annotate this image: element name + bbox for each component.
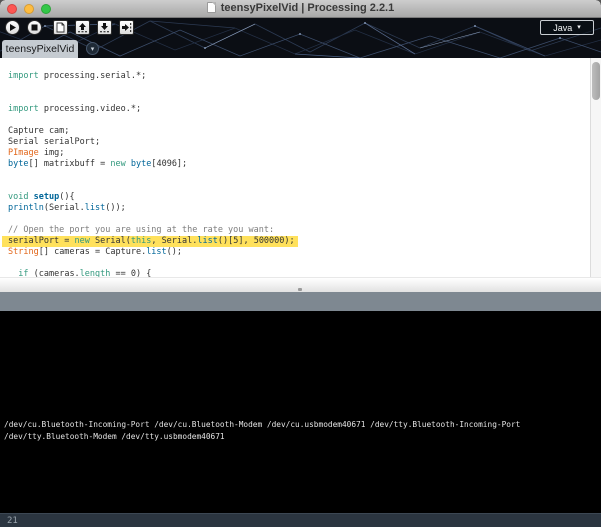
code-line: void setup(){ (8, 192, 590, 203)
current-line-number: 21 (7, 516, 18, 526)
code-line (8, 258, 590, 269)
code-editor[interactable]: import processing.serial.*; import proce… (0, 58, 590, 277)
document-icon (207, 2, 216, 13)
mode-selector-java[interactable]: Java ▾ (540, 20, 594, 35)
code-line: PImage img; (8, 148, 590, 159)
save-down-arrow-icon (99, 22, 110, 33)
chevron-down-icon: ▾ (577, 24, 581, 31)
toolbar: Java ▾ teensyPixelVid ▾ (0, 18, 601, 58)
console-line: /dev/cu.Bluetooth-Incoming-Port /dev/cu.… (4, 419, 601, 431)
new-file-icon (55, 22, 66, 33)
code-line: if (cameras.length == 0) { (8, 269, 590, 277)
code-line: Capture cam; (8, 126, 590, 137)
export-application-button[interactable] (119, 20, 134, 35)
tab-label: teensyPixelVid (6, 43, 75, 55)
tab-teensypixelvid[interactable]: teensyPixelVid (2, 40, 78, 58)
play-icon (8, 23, 17, 32)
stop-button[interactable] (27, 20, 42, 35)
code-line (8, 181, 590, 192)
code-line (8, 170, 590, 181)
processing-window: teensyPixelVid | Processing 2.2.1 (0, 0, 601, 527)
editor-vertical-scrollbar[interactable] (590, 58, 601, 277)
code-line: byte[] matrixbuff = new byte[4096]; (8, 159, 590, 170)
code-line: import processing.serial.*; (8, 71, 590, 82)
status-bar: 21 (0, 513, 601, 527)
export-right-arrow-icon (121, 22, 132, 33)
code-line-highlighted: serialPort = new Serial(this, Serial.lis… (2, 236, 298, 247)
console-line: /dev/tty.Bluetooth-Modem /dev/tty.usbmod… (4, 431, 601, 443)
window-title-text: teensyPixelVid | Processing 2.2.1 (221, 2, 394, 14)
open-sketch-button[interactable] (75, 20, 90, 35)
save-sketch-button[interactable] (97, 20, 112, 35)
tab-menu-button[interactable]: ▾ (86, 42, 99, 55)
code-lines: import processing.serial.*; import proce… (0, 58, 590, 277)
new-sketch-button[interactable] (53, 20, 68, 35)
code-line: Serial serialPort; (8, 137, 590, 148)
code-line: println(Serial.list()); (8, 203, 590, 214)
console: /dev/cu.Bluetooth-Incoming-Port /dev/cu.… (0, 311, 601, 513)
stop-icon (30, 23, 39, 32)
console-output: /dev/cu.Bluetooth-Incoming-Port /dev/cu.… (0, 419, 601, 443)
mode-label: Java (553, 23, 572, 33)
code-line: // Open the port you are using at the ra… (8, 225, 590, 236)
vertical-scrollbar-thumb[interactable] (592, 62, 600, 100)
run-button[interactable] (5, 20, 20, 35)
code-line (8, 115, 590, 126)
open-up-arrow-icon (77, 22, 88, 33)
tab-menu-caret-icon: ▾ (91, 45, 95, 53)
code-line (8, 82, 590, 93)
toolbar-buttons (5, 20, 141, 35)
editor-horizontal-scrollbar[interactable] (0, 277, 601, 292)
code-line (8, 214, 590, 225)
splitter-handle[interactable] (298, 288, 302, 291)
code-line: import processing.video.*; (8, 104, 590, 115)
code-line (8, 93, 590, 104)
title-bar: teensyPixelVid | Processing 2.2.1 (0, 0, 601, 18)
message-area (0, 292, 601, 311)
code-line: String[] cameras = Capture.list(); (8, 247, 590, 258)
window-title: teensyPixelVid | Processing 2.2.1 (0, 2, 601, 14)
